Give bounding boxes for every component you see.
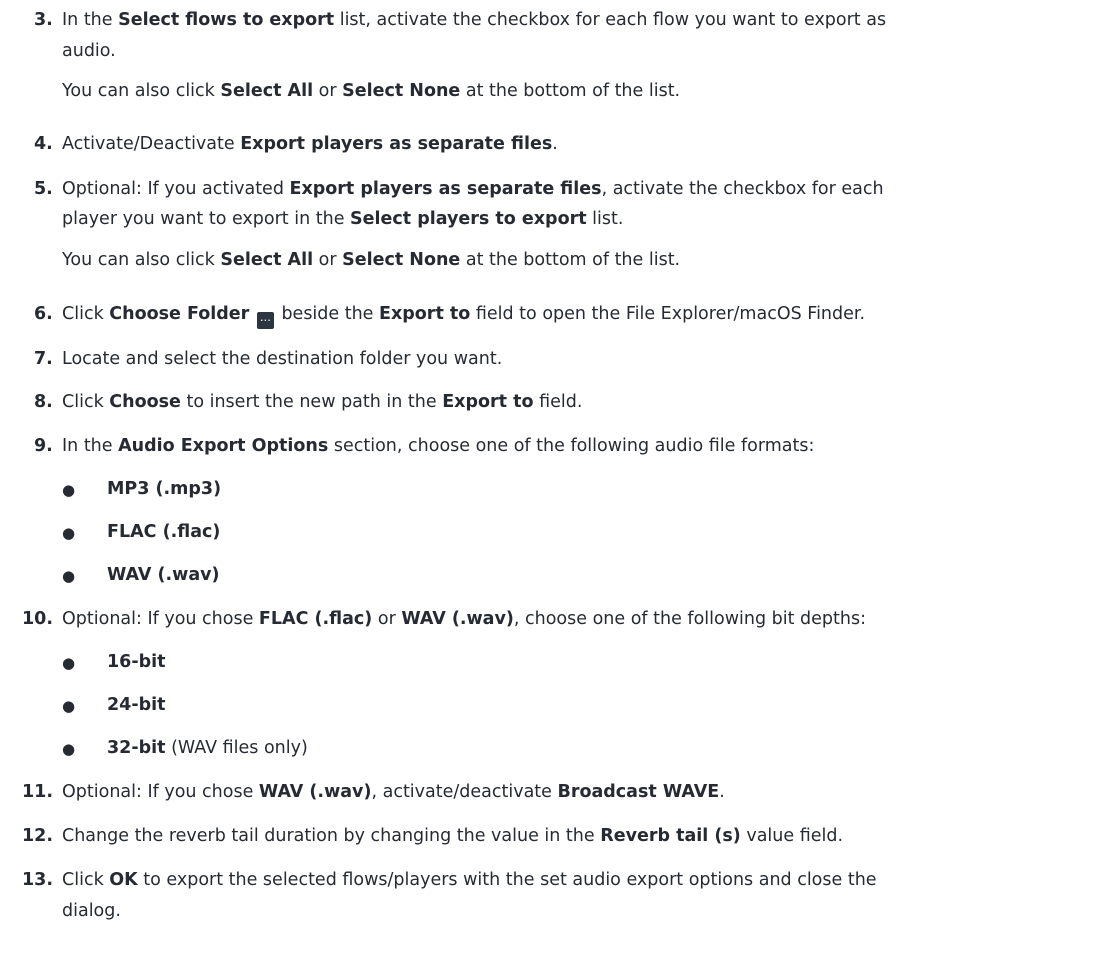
list-item: 16-bit (107, 652, 166, 672)
bullet-icon: ● (62, 740, 76, 758)
bullet-icon: ● (62, 481, 76, 499)
ellipsis-icon: … (256, 312, 274, 329)
step-text: Click Choose to insert the new path in t… (62, 392, 583, 412)
step-number: 3. (34, 10, 53, 30)
step-number: 11. (22, 782, 54, 802)
step-text: Optional: If you activated Export player… (62, 179, 884, 199)
step-text-continued: player you want to export in the Select … (62, 209, 624, 229)
step-number: 6. (34, 304, 53, 324)
step-text: In the Audio Export Options section, cho… (62, 436, 815, 456)
step-text-continued: dialog. (62, 901, 121, 921)
list-item: 32-bit (WAV files only) (107, 738, 308, 758)
step-text-continued: audio. (62, 41, 116, 61)
step-number: 10. (22, 609, 54, 629)
step-number: 5. (34, 179, 53, 199)
step-text: Optional: If you chose WAV (.wav), activ… (62, 782, 725, 802)
step-text: Optional: If you chose FLAC (.flac) or W… (62, 609, 867, 629)
step-number: 12. (22, 826, 54, 846)
step-note: You can also click Select All or Select … (62, 250, 681, 270)
bullet-icon: ● (62, 524, 76, 542)
step-text: Click OK to export the selected flows/pl… (62, 870, 877, 890)
step-text: In the Select flows to export list, acti… (62, 10, 887, 30)
step-text: Locate and select the destination folder… (62, 349, 503, 369)
step-number: 7. (34, 349, 53, 369)
step-number: 13. (22, 870, 54, 890)
list-item: FLAC (.flac) (107, 522, 221, 542)
step-number: 9. (34, 436, 53, 456)
document-body: 3. In the Select flows to export list, a… (0, 0, 1108, 963)
step-number: 4. (34, 134, 53, 154)
bullet-icon: ● (62, 697, 76, 715)
list-item: MP3 (.mp3) (107, 479, 222, 499)
step-text: Change the reverb tail duration by chang… (62, 826, 844, 846)
bullet-icon: ● (62, 567, 76, 585)
bullet-icon: ● (62, 654, 76, 672)
list-item: WAV (.wav) (107, 565, 220, 585)
step-number: 8. (34, 392, 53, 412)
step-note: You can also click Select All or Select … (62, 81, 681, 101)
step-text: Activate/Deactivate Export players as se… (62, 134, 558, 154)
step-text: Click Choose Folder … beside the Export … (62, 300, 865, 329)
list-item: 24-bit (107, 695, 166, 715)
